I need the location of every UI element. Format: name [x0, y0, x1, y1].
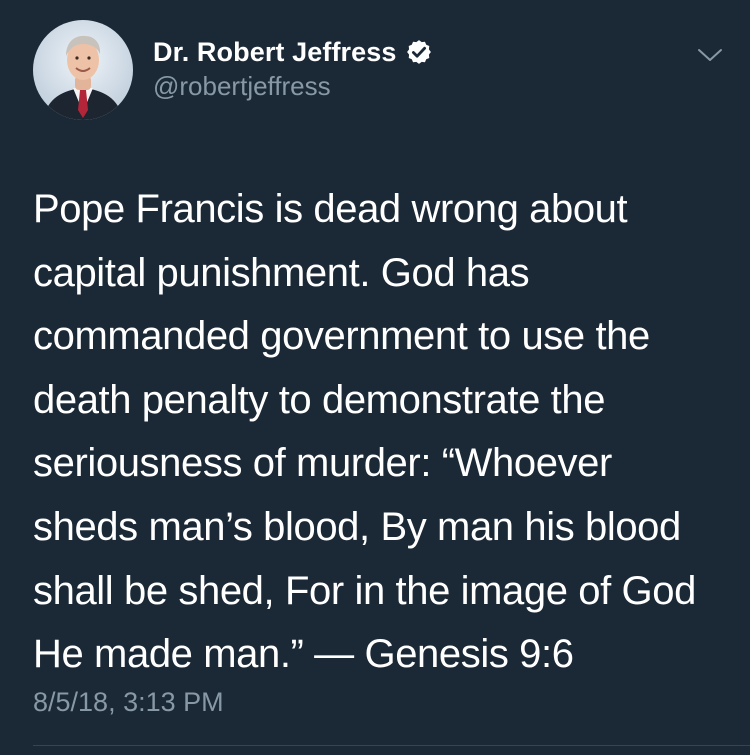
user-handle[interactable]: @robertjeffress: [153, 71, 433, 102]
avatar[interactable]: [33, 20, 133, 120]
tweet-timestamp[interactable]: 8/5/18, 3:13 PM: [33, 687, 224, 718]
profile-photo: [33, 20, 133, 120]
author-names: Dr. Robert Jeffress @robertjeffress: [153, 34, 433, 102]
tweet-header: Dr. Robert Jeffress @robertjeffress: [33, 20, 723, 124]
tweet-text: Pope Francis is dead wrong about capital…: [33, 187, 696, 677]
display-name[interactable]: Dr. Robert Jeffress: [153, 37, 397, 68]
display-name-row: Dr. Robert Jeffress: [153, 34, 433, 70]
divider: [33, 745, 750, 746]
verified-badge-icon: [405, 38, 433, 66]
chevron-down-icon[interactable]: [694, 44, 726, 66]
tweet-card: Dr. Robert Jeffress @robertjeffress Pope…: [0, 0, 750, 755]
